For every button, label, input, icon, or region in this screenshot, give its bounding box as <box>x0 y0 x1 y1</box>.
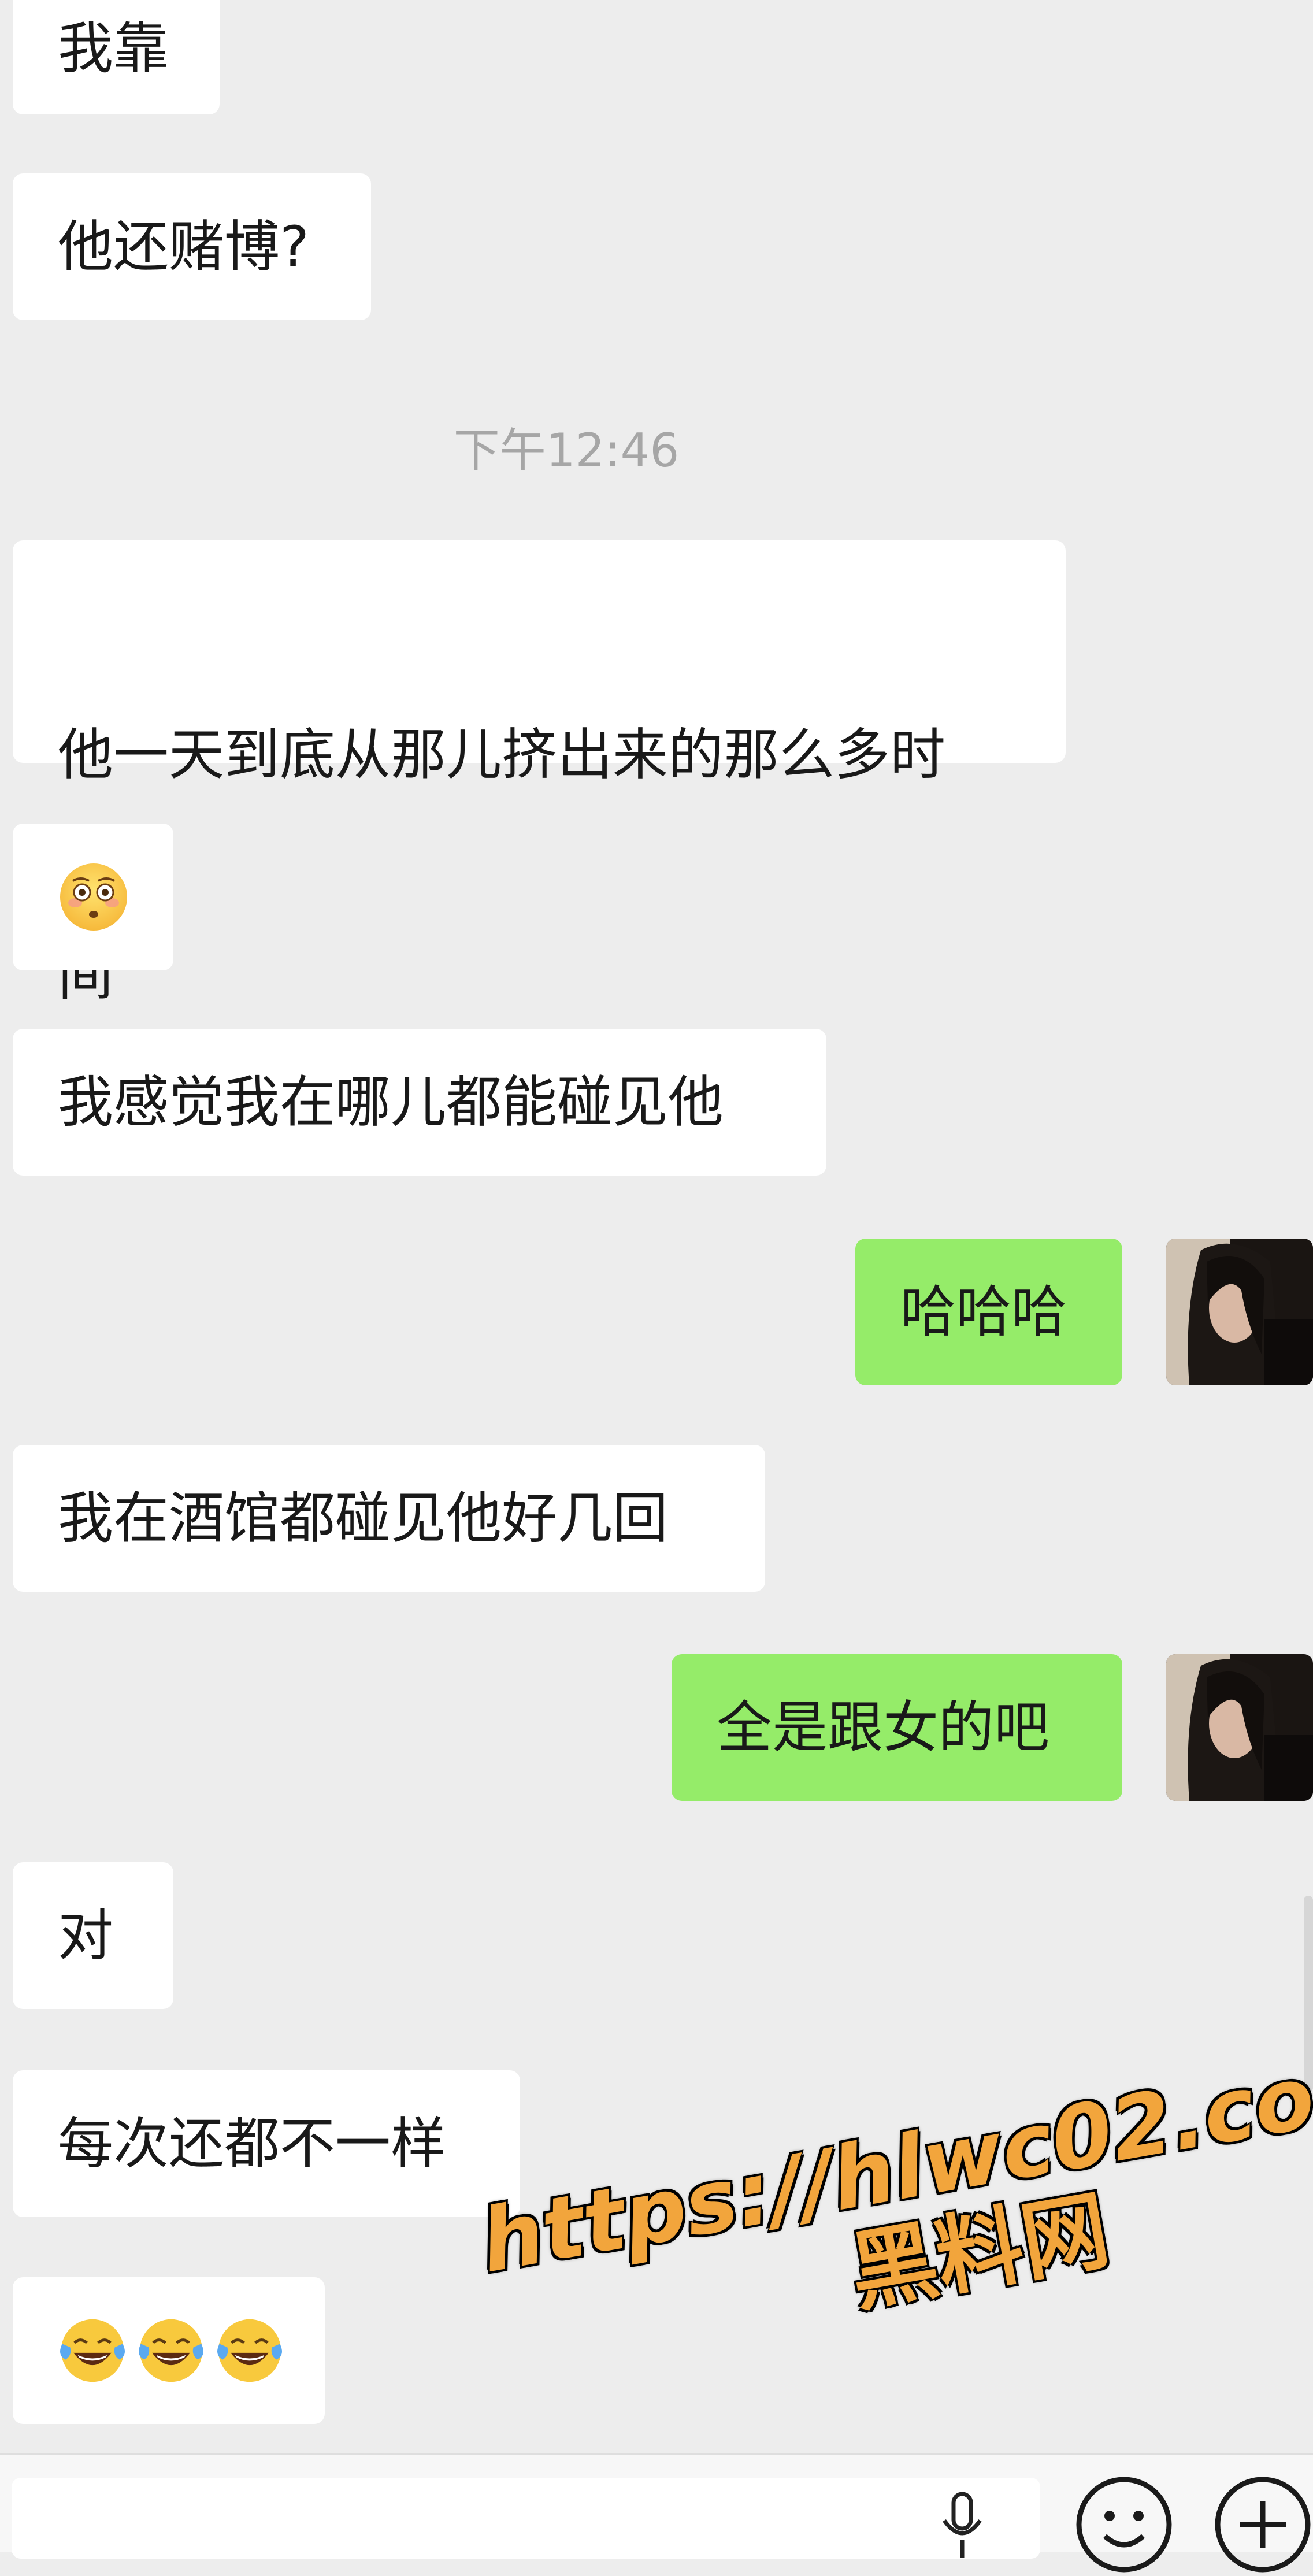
message-text: 我靠 <box>58 16 169 81</box>
message-text: 对 <box>58 1903 113 1968</box>
user-avatar[interactable] <box>1166 1654 1313 1801</box>
chat-input-bar <box>0 2453 1313 2573</box>
message-timestamp: 下午12:46 <box>453 424 680 477</box>
message-text: 我在酒馆都碰见他好几回 <box>58 1485 668 1551</box>
voice-icon[interactable] <box>936 2488 988 2560</box>
user-avatar[interactable] <box>1166 1239 1313 1385</box>
message-bubble-left[interactable]: 我感觉我在哪儿都能碰见他 <box>13 1029 826 1176</box>
message-text-line: 他一天到底从那儿挤出来的那么多时 <box>58 722 945 787</box>
flushed-face-emoji-icon <box>58 714 129 1080</box>
message-text: 他还赌博? <box>58 214 309 279</box>
message-text: 我感觉我在哪儿都能碰见他 <box>58 1069 724 1135</box>
message-bubble-left[interactable]: 他还赌博? <box>13 173 371 320</box>
message-bubble-left[interactable] <box>13 2277 325 2424</box>
message-text: 哈哈哈 <box>900 1279 1067 1344</box>
chat-message-list[interactable]: 我靠 他还赌博? 下午12:46 他一天到底从那儿挤出来的那么多时 间 我感觉我… <box>0 0 1313 2456</box>
message-text-line: 间 <box>58 943 113 1007</box>
message-text: 全是跟女的吧 <box>717 1695 1049 1760</box>
message-bubble-right[interactable]: 全是跟女的吧 <box>672 1654 1122 1801</box>
message-bubble-left[interactable]: 他一天到底从那儿挤出来的那么多时 间 <box>13 540 1066 1007</box>
message-bubble-right[interactable]: 哈哈哈 <box>855 1239 1122 1385</box>
scrollbar[interactable] <box>1304 1896 1313 2092</box>
message-input[interactable] <box>12 2478 1040 2559</box>
plus-icon[interactable] <box>1214 2475 1312 2576</box>
message-bubble-left[interactable]: 我靠 <box>13 0 220 114</box>
message-bubble-left[interactable]: 对 <box>13 1862 173 2009</box>
emoji-icon[interactable] <box>1075 2475 1173 2576</box>
message-bubble-left[interactable]: 我在酒馆都碰见他好几回 <box>13 1445 765 1592</box>
message-bubble-left[interactable] <box>13 824 173 970</box>
